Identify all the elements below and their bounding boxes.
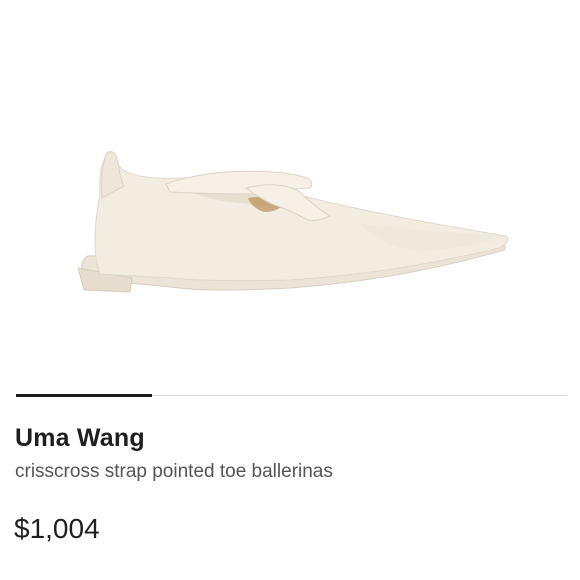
product-brand[interactable]: Uma Wang [15, 424, 145, 453]
product-card[interactable]: Uma Wang crisscross strap pointed toe ba… [0, 0, 580, 580]
product-image[interactable] [60, 128, 520, 308]
image-carousel-indicator[interactable] [16, 394, 152, 397]
product-name[interactable]: crisscross strap pointed toe ballerinas [15, 461, 333, 483]
product-price: $1,004 [14, 513, 100, 544]
ballerina-shoe-image [77, 151, 509, 293]
